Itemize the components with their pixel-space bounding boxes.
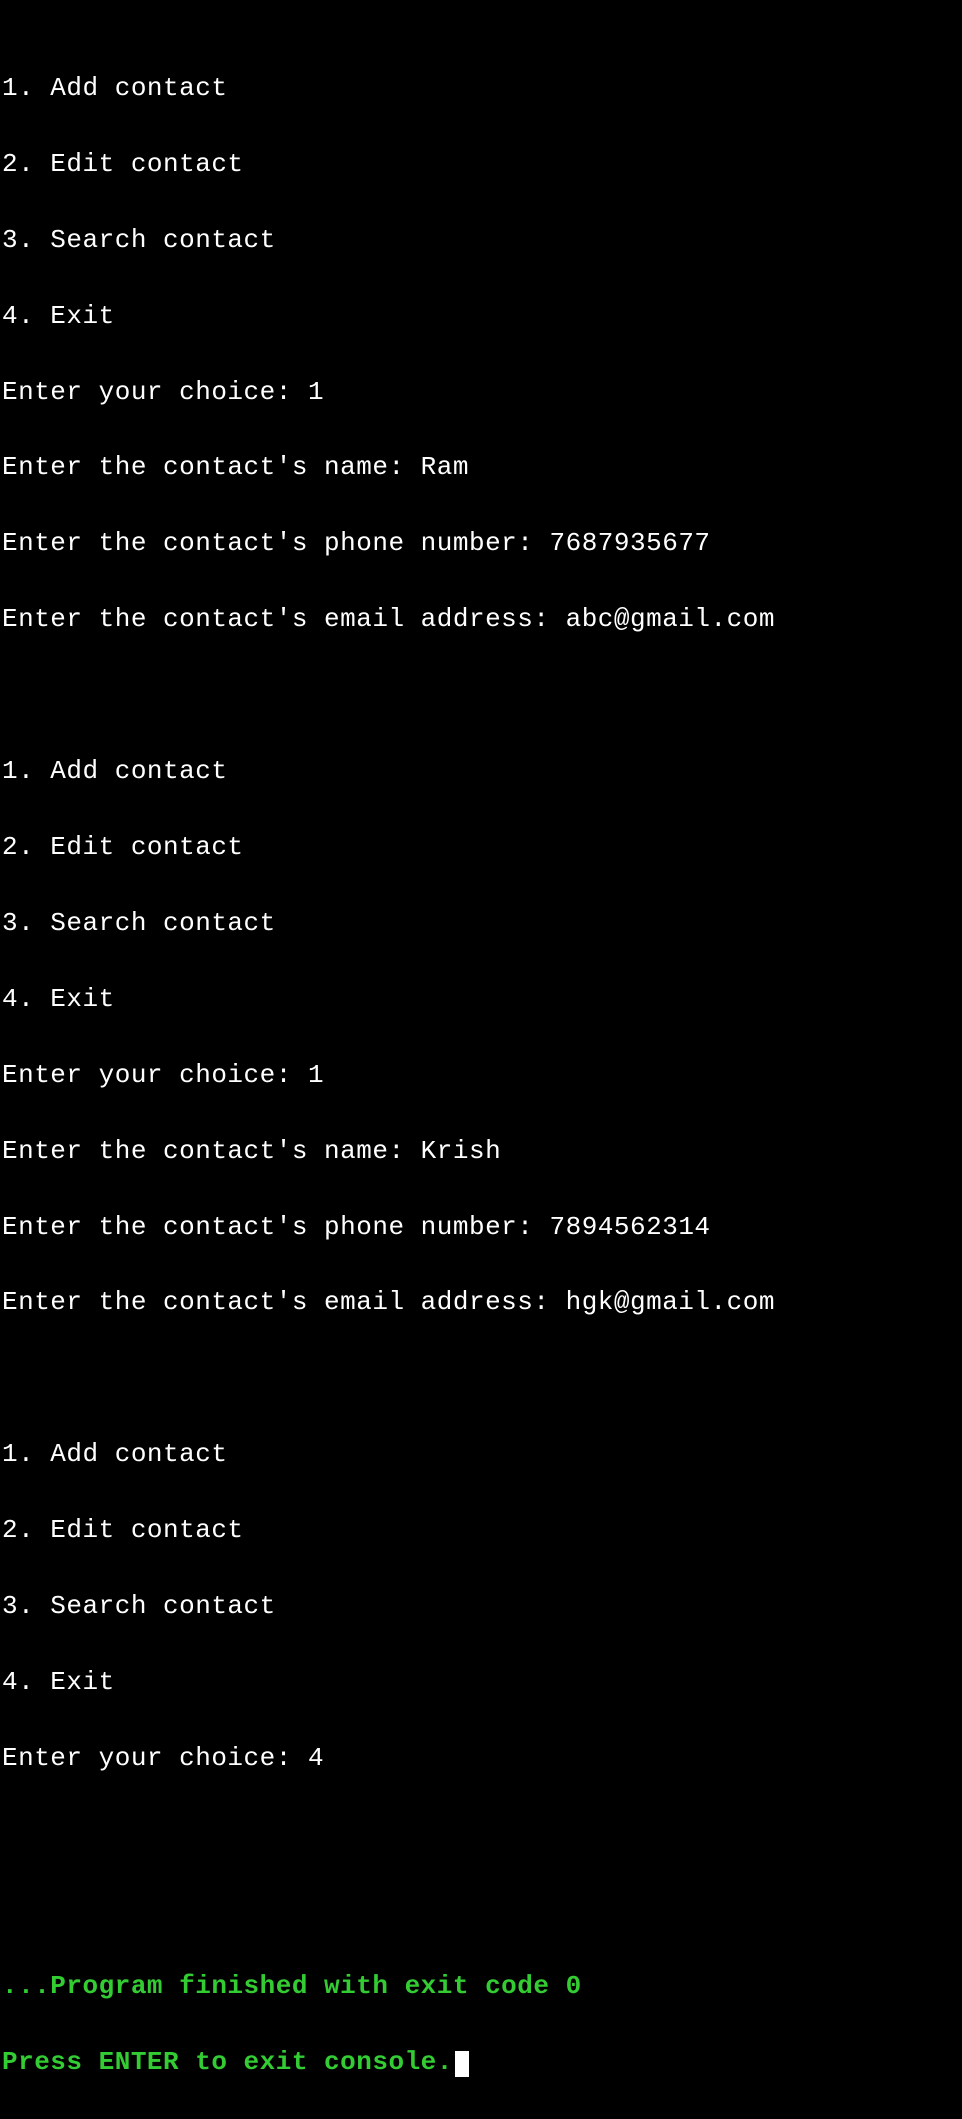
program-finished-message: ...Program finished with exit code 0	[2, 1968, 962, 2006]
menu-item-2: 2. Edit contact	[2, 146, 962, 184]
menu-item-4: 4. Exit	[2, 981, 962, 1019]
prompt-name-2: Enter the contact's name: Krish	[2, 1133, 962, 1171]
prompt-choice-label: Enter your choice:	[2, 377, 308, 407]
prompt-phone-2: Enter the contact's phone number: 789456…	[2, 1209, 962, 1247]
prompt-phone-label: Enter the contact's phone number:	[2, 1212, 550, 1242]
prompt-choice-3: Enter your choice: 4	[2, 1740, 962, 1778]
menu-item-3: 3. Search contact	[2, 905, 962, 943]
press-enter-message: Press ENTER to exit console.	[2, 2047, 453, 2077]
menu-item-4: 4. Exit	[2, 1664, 962, 1702]
prompt-choice-1: Enter your choice: 1	[2, 374, 962, 412]
prompt-choice-label: Enter your choice:	[2, 1743, 308, 1773]
cursor-icon	[455, 2051, 469, 2077]
menu-item-4: 4. Exit	[2, 298, 962, 336]
blank-line	[2, 1892, 962, 1930]
prompt-phone-label: Enter the contact's phone number:	[2, 528, 550, 558]
menu-item-2: 2. Edit contact	[2, 1512, 962, 1550]
input-choice-2: 1	[308, 1060, 324, 1090]
menu-item-1: 1. Add contact	[2, 1436, 962, 1474]
prompt-name-label: Enter the contact's name:	[2, 452, 421, 482]
terminal-output: 1. Add contact 2. Edit contact 3. Search…	[0, 0, 962, 2119]
blank-line	[2, 1360, 962, 1398]
input-choice-3: 4	[308, 1743, 324, 1773]
input-email-1: abc@gmail.com	[566, 604, 775, 634]
input-choice-1: 1	[308, 377, 324, 407]
input-name-2: Krish	[421, 1136, 502, 1166]
menu-item-3: 3. Search contact	[2, 222, 962, 260]
menu-item-3: 3. Search contact	[2, 1588, 962, 1626]
prompt-email-label: Enter the contact's email address:	[2, 604, 566, 634]
prompt-email-label: Enter the contact's email address:	[2, 1287, 566, 1317]
menu-item-1: 1. Add contact	[2, 753, 962, 791]
prompt-email-2: Enter the contact's email address: hgk@g…	[2, 1284, 962, 1322]
prompt-choice-label: Enter your choice:	[2, 1060, 308, 1090]
input-phone-1: 7687935677	[550, 528, 711, 558]
prompt-email-1: Enter the contact's email address: abc@g…	[2, 601, 962, 639]
press-enter-line[interactable]: Press ENTER to exit console.	[2, 2044, 962, 2082]
prompt-name-label: Enter the contact's name:	[2, 1136, 421, 1166]
input-email-2: hgk@gmail.com	[566, 1287, 775, 1317]
blank-line	[2, 1816, 962, 1854]
prompt-phone-1: Enter the contact's phone number: 768793…	[2, 525, 962, 563]
input-phone-2: 7894562314	[550, 1212, 711, 1242]
menu-item-1: 1. Add contact	[2, 70, 962, 108]
blank-line	[2, 677, 962, 715]
input-name-1: Ram	[421, 452, 469, 482]
menu-item-2: 2. Edit contact	[2, 829, 962, 867]
prompt-choice-2: Enter your choice: 1	[2, 1057, 962, 1095]
prompt-name-1: Enter the contact's name: Ram	[2, 449, 962, 487]
